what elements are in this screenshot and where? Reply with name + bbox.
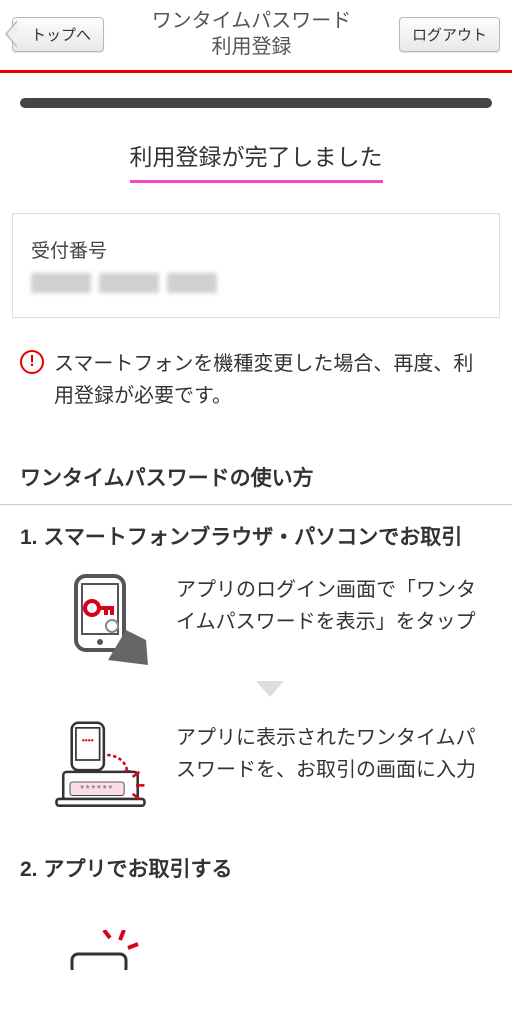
warning-text: スマートフォンを機種変更した場合、再度、利用登録が必要です。: [54, 348, 492, 412]
logout-button[interactable]: ログアウト: [399, 17, 500, 52]
step-2: 2. アプリでお取引する: [0, 855, 512, 1019]
receipt-box: 受付番号: [12, 213, 500, 318]
back-button[interactable]: トップへ: [12, 17, 104, 52]
step-2-item-partial: [20, 903, 492, 998]
warning-row: ! スマートフォンを機種変更した場合、再度、利用登録が必要です。: [0, 348, 512, 442]
progress-area: [0, 73, 512, 138]
step-1-item-1: アプリのログイン画面で「ワンタイムパスワードを表示」をタップ: [20, 570, 492, 665]
step-1-item-2: •••• ****** アプリに表示されたワンタイムパスワードを、お取引の画面に…: [20, 718, 492, 813]
page-title: ワンタイムパスワード 利用登録: [104, 8, 399, 60]
step-2-title: 2. アプリでお取引する: [20, 855, 492, 884]
divider: [0, 504, 512, 505]
step-2-title-text: アプリでお取引する: [44, 855, 233, 884]
header: トップへ ワンタイムパスワード 利用登録 ログアウト: [0, 0, 512, 73]
step-1-title: 1. スマートフォンブラウザ・パソコンでお取引: [20, 523, 492, 552]
phone-to-laptop-icon: •••• ******: [48, 718, 158, 813]
step-1-num: 1.: [20, 523, 38, 552]
receipt-value-redacted: [31, 273, 481, 293]
svg-text:••••: ••••: [82, 735, 94, 745]
complete-message-wrap: 利用登録が完了しました: [0, 138, 512, 213]
step-1-item-1-desc: アプリのログイン画面で「ワンタイムパスワードを表示」をタップ: [176, 570, 492, 638]
step-1-title-text: スマートフォンブラウザ・パソコンでお取引: [44, 523, 463, 552]
arrow-down-icon: [20, 677, 492, 706]
progress-bar: [20, 98, 492, 108]
howto-title: ワンタイムパスワードの使い方: [0, 442, 512, 504]
svg-text:******: ******: [80, 785, 114, 796]
step-1-item-2-desc: アプリに表示されたワンタイムパスワードを、お取引の画面に入力: [176, 718, 492, 786]
phone-key-tap-icon: [48, 570, 158, 665]
receipt-label: 受付番号: [31, 236, 481, 263]
step-1: 1. スマートフォンブラウザ・パソコンでお取引 アプリのログイン画面で「ワンタイ…: [0, 523, 512, 835]
warning-icon: !: [20, 350, 44, 374]
step-2-num: 2.: [20, 855, 38, 884]
app-sparkle-icon: [48, 903, 158, 998]
complete-message: 利用登録が完了しました: [130, 138, 383, 183]
